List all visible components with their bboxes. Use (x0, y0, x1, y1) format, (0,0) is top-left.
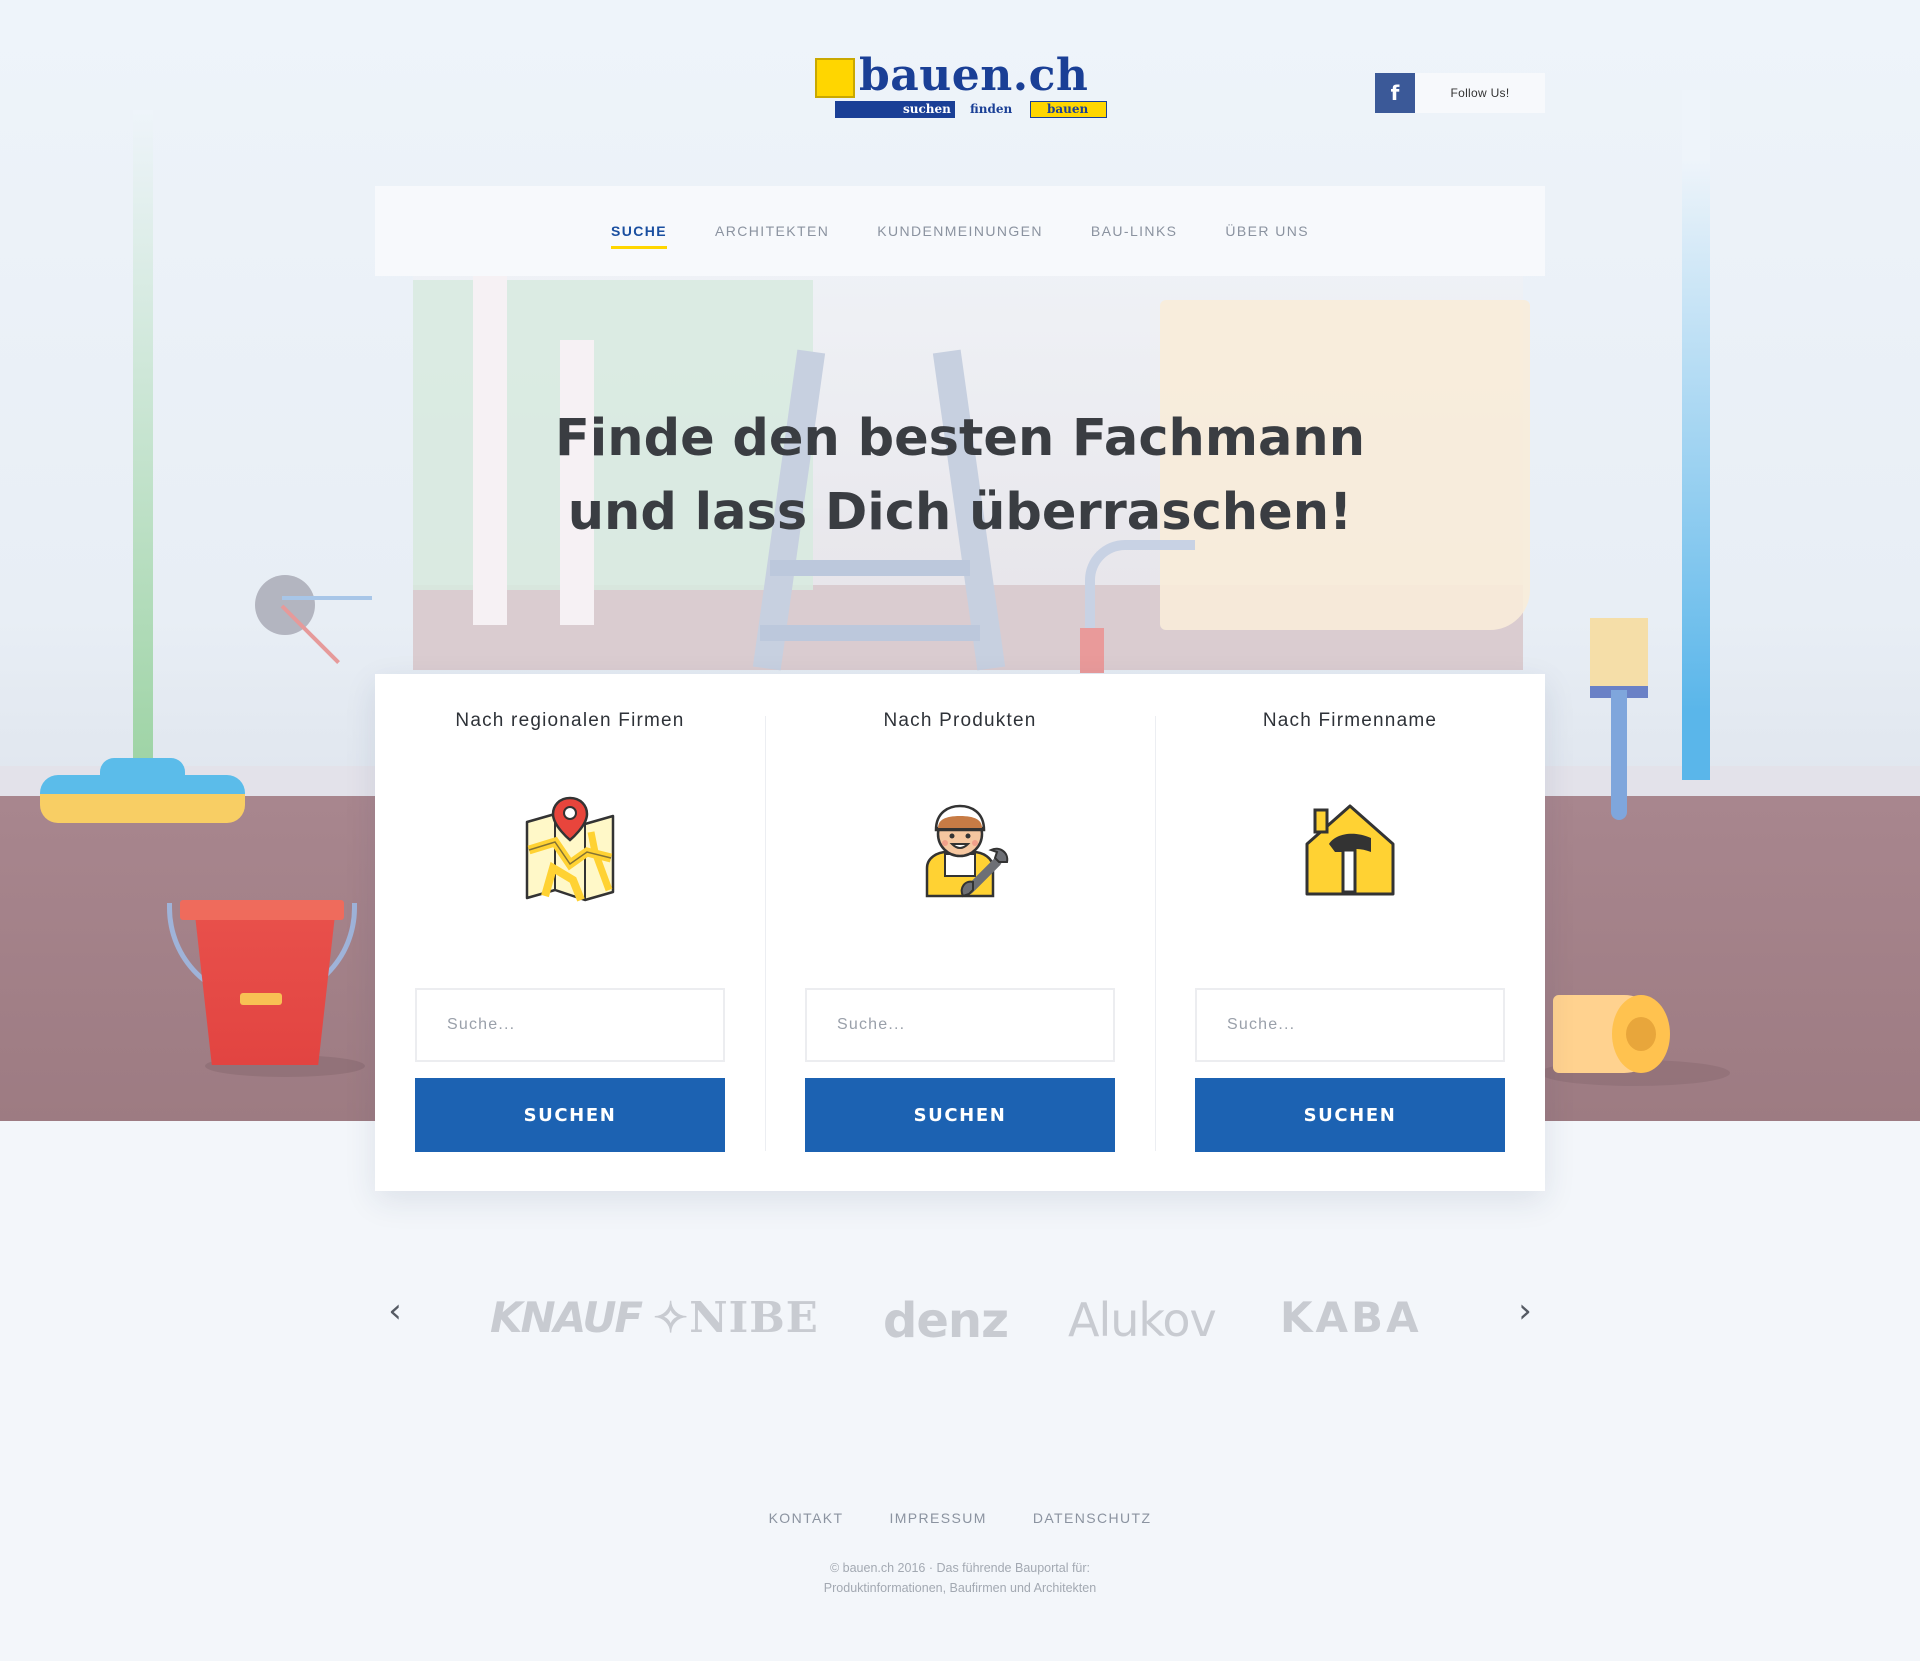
logo-tagline: suchen finden bauen (835, 101, 1107, 118)
search-card: Nach regionalen Firmen SUCHEN Nach Produ… (375, 674, 1545, 1191)
house-hammer-icon (1305, 804, 1395, 896)
search-input-products[interactable] (805, 988, 1115, 1062)
lamp-icon (255, 575, 315, 635)
logo-tagline-word: bauen (1047, 102, 1089, 116)
footer: KONTAKT IMPRESSUM DATENSCHUTZ © bauen.ch… (0, 1441, 1920, 1661)
ladder-rung (770, 560, 970, 576)
bucket-rim (180, 900, 344, 920)
hero-title: Finde den besten Fachmann und lass Dich … (460, 402, 1460, 550)
copyright-line2: Produktinformationen, Baufirmen und Arch… (823, 1581, 1097, 1595)
map-pin-icon (525, 796, 615, 902)
search-column-company: Nach Firmenname SUCHEN (1155, 674, 1545, 1191)
follow-us-button[interactable]: f Follow Us! (1375, 73, 1545, 113)
hero-title-line1: Finde den besten Fachmann (554, 409, 1366, 468)
logo-square (815, 58, 855, 98)
bucket-icon (195, 915, 335, 1065)
copyright-line1: © bauen.ch 2016 · Das führende Bauportal… (829, 1561, 1091, 1575)
footer-link-kontakt[interactable]: KONTAKT (769, 1510, 844, 1526)
brand-logo-kaba: KABA (1280, 1293, 1422, 1342)
worker-icon (925, 804, 1009, 898)
search-column-region: Nach regionalen Firmen SUCHEN (375, 674, 765, 1191)
footer-link-datenschutz[interactable]: DATENSCHUTZ (1033, 1510, 1152, 1526)
nav-item-bau-links[interactable]: BAU-LINKS (1091, 215, 1178, 247)
chevron-right-icon[interactable]: › (1505, 1291, 1545, 1331)
search-column-title: Nach regionalen Firmen (455, 710, 685, 731)
search-column-title: Nach Firmenname (1262, 710, 1438, 731)
facebook-icon[interactable]: f (1375, 73, 1415, 113)
paint-roller-grip (1080, 628, 1104, 673)
brand-logo-knauf: KNAUF (490, 1293, 643, 1342)
site-logo[interactable]: bauen.ch suchen finden bauen (815, 50, 1107, 120)
hero-title-line2: und lass Dich überraschen! (567, 483, 1353, 542)
insulation-roll-hole (1626, 1017, 1656, 1051)
mop-icon (40, 775, 245, 823)
bucket-clip (240, 993, 282, 1005)
follow-us-label: Follow Us! (1450, 86, 1510, 100)
paintbrush-handle (1611, 690, 1627, 820)
main-nav: SUCHE ARCHITEKTEN KUNDENMEINUNGEN BAU-LI… (375, 186, 1545, 276)
nav-item-suche[interactable]: SUCHE (611, 215, 668, 249)
search-button-company[interactable]: SUCHEN (1195, 1078, 1505, 1152)
lamp-arm (282, 596, 372, 600)
search-button-region[interactable]: SUCHEN (415, 1078, 725, 1152)
search-button-products[interactable]: SUCHEN (805, 1078, 1115, 1152)
search-input-company[interactable] (1195, 988, 1505, 1062)
chevron-left-icon[interactable]: ‹ (375, 1291, 415, 1331)
paintbrush-icon (1590, 618, 1648, 688)
nav-item-ueber-uns[interactable]: ÜBER UNS (1225, 215, 1309, 247)
footer-link-impressum[interactable]: IMPRESSUM (889, 1510, 986, 1526)
search-column-products: Nach Produkten SUCHEN (765, 674, 1155, 1191)
brand-carousel: ‹ KNAUF ✧NIBE denz Alukov KABA › (375, 1275, 1545, 1355)
footer-links: KONTAKT IMPRESSUM DATENSCHUTZ (0, 1510, 1920, 1526)
nav-item-architekten[interactable]: ARCHITEKTEN (715, 215, 829, 247)
search-column-title: Nach Produkten (883, 710, 1037, 731)
brand-logo-nibe-text: NIBE (689, 1293, 819, 1342)
ladder-rung (760, 625, 980, 641)
green-pole (133, 110, 153, 760)
nav-item-kundenmeinungen[interactable]: KUNDENMEINUNGEN (877, 215, 1043, 247)
logo-tagline-word: finden (970, 102, 1013, 116)
logo-wordmark: bauen.ch (859, 50, 1089, 101)
copyright: © bauen.ch 2016 · Das führende Bauportal… (0, 1558, 1920, 1598)
paint-roller-handle (1085, 540, 1195, 630)
search-input-region[interactable] (415, 988, 725, 1062)
blue-pole (1682, 90, 1710, 780)
logo-tagline-word: suchen (903, 102, 951, 116)
brand-logo-denz: denz (883, 1293, 1009, 1349)
brand-logo-nibe: ✧NIBE (653, 1293, 819, 1342)
brand-logo-alukov: Alukov (1068, 1293, 1217, 1347)
